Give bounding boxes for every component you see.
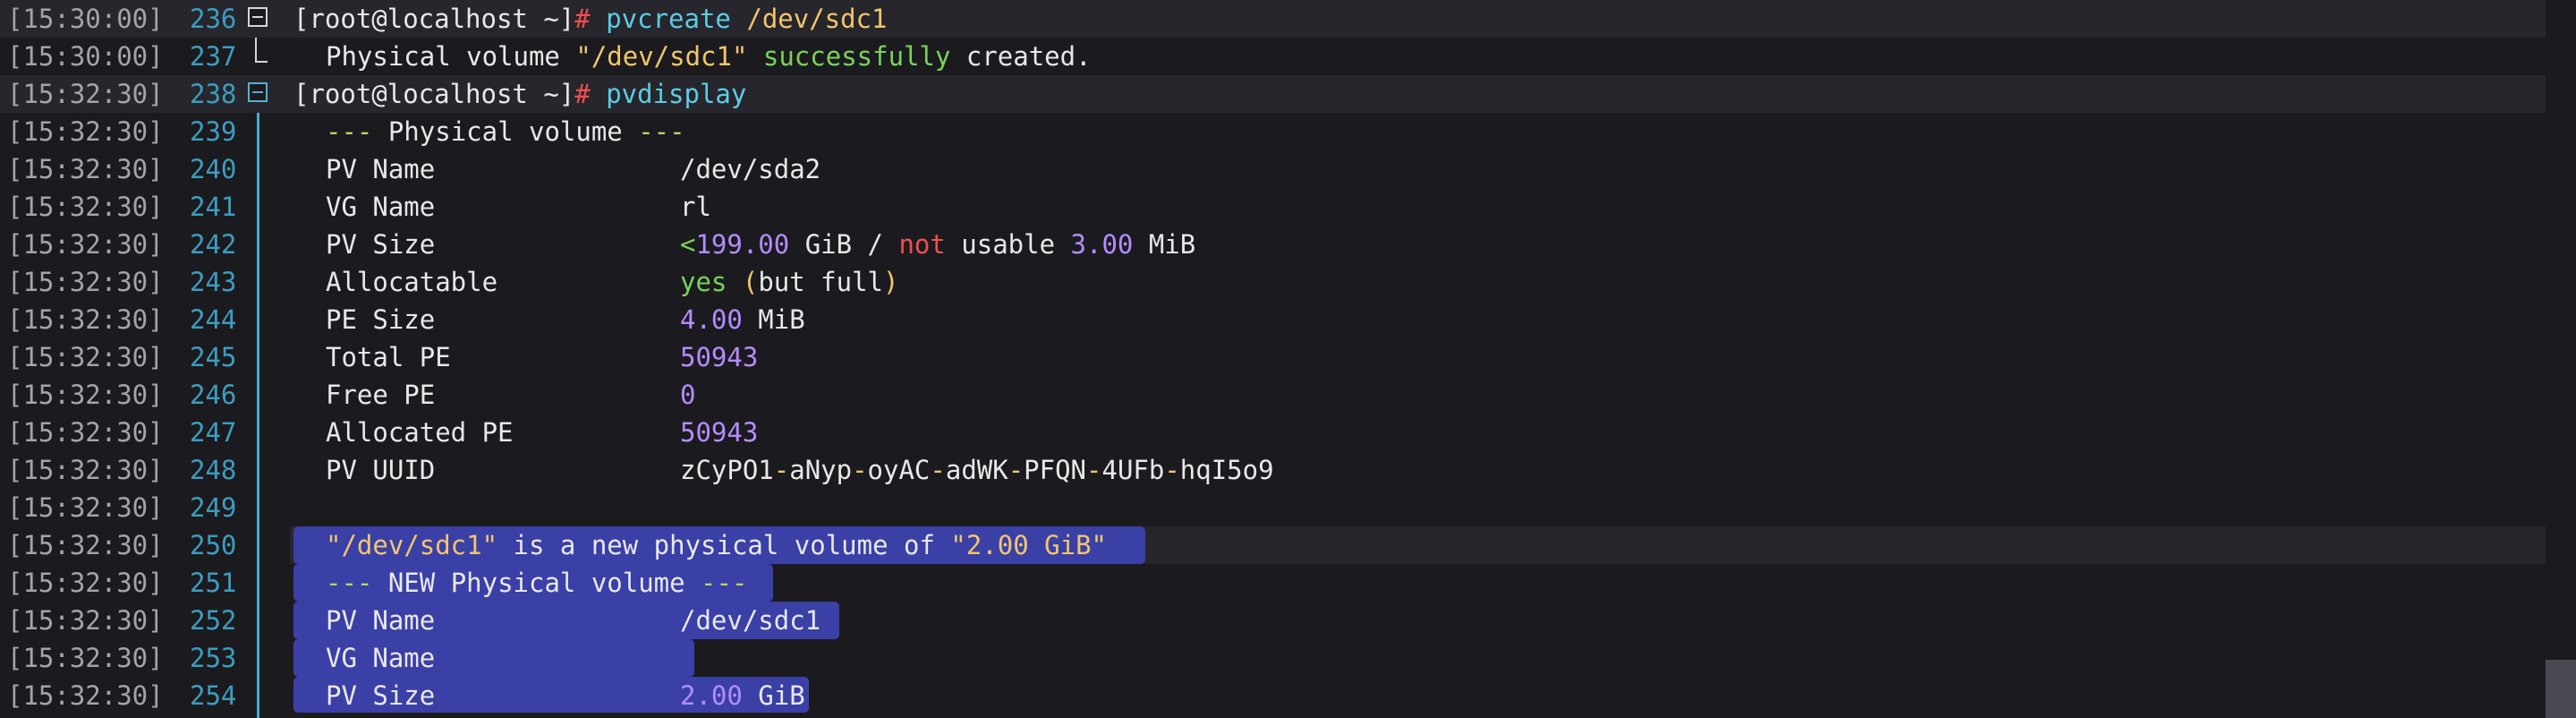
vertical-scrollbar-thumb[interactable] [2546, 660, 2576, 718]
line-number: 246 [190, 380, 237, 410]
terminal-line: [15:32:30] 254 PV Size 2.00 GiB [0, 677, 2546, 714]
field-label: Free PE [326, 380, 436, 410]
terminal-line: [15:32:30] 252 PV Name /dev/sdc1 [0, 602, 2546, 639]
terminal-line: [15:32:30] 244 PE Size 4.00 MiB [0, 301, 2546, 338]
timestamp: [15:32:30] [7, 342, 164, 372]
field-value: /dev/sdc1 [680, 605, 821, 636]
terminal-line: [15:30:00] 237 Physical volume "/dev/sdc… [0, 38, 2546, 75]
terminal-line: [15:32:30] 240 PV Name /dev/sda2 [0, 150, 2546, 188]
timestamp: [15:32:30] [7, 380, 164, 410]
field-value: 2.00 GiB [680, 680, 805, 711]
field-label: PV Name [326, 605, 436, 636]
timestamp: [15:30:00] [7, 4, 164, 34]
terminal-line: [15:32:30] 247 Allocated PE 50943 [0, 414, 2546, 451]
field-value: 50943 [680, 342, 759, 372]
timestamp: [15:30:00] [7, 41, 164, 72]
line-number: 243 [190, 267, 237, 297]
fold-toggle-icon[interactable] [248, 82, 268, 102]
line-number: 248 [190, 455, 237, 485]
line-number: 239 [190, 116, 237, 147]
terminal-line: [15:32:30] 249 [0, 489, 2546, 526]
timestamp: [15:32:30] [7, 116, 164, 147]
field-value: <199.00 GiB / not usable 3.00 MiB [680, 229, 1196, 260]
field-value: rl [680, 192, 711, 222]
field-label: PV UUID [326, 455, 436, 485]
terminal-line: [15:32:30] 246 Free PE 0 [0, 376, 2546, 414]
command-line: [root@localhost ~]# pvcreate /dev/sdc1 [293, 0, 888, 38]
line-number: 247 [190, 417, 237, 448]
terminal-line: [15:32:30] 250 "/dev/sdc1" is a new phys… [0, 526, 2546, 564]
line-number: 242 [190, 229, 237, 260]
line-number: 241 [190, 192, 237, 222]
terminal-line: [15:32:30] 253 VG Name [0, 639, 2546, 677]
terminal-line: [15:30:00] 236 [root@localhost ~]# pvcre… [0, 0, 2546, 38]
timestamp: [15:32:30] [7, 417, 164, 448]
terminal-line: [15:32:30] 238 [root@localhost ~]# pvdis… [0, 75, 2546, 113]
command-line: [root@localhost ~]# pvdisplay [293, 75, 746, 113]
timestamp: [15:32:30] [7, 229, 164, 260]
field-value: 50943 [680, 417, 759, 448]
field-label: VG Name [326, 643, 436, 673]
field-label: PV Size [326, 680, 436, 711]
line-number: 245 [190, 342, 237, 372]
field-value: yes (but full) [680, 267, 899, 297]
section-header: --- NEW Physical volume --- [326, 568, 748, 598]
line-number: 254 [190, 680, 237, 711]
prompt-hash: # [574, 4, 591, 34]
timestamp: [15:32:30] [7, 304, 164, 335]
line-number: 251 [190, 568, 237, 598]
line-number: 236 [190, 4, 237, 34]
terminal-line: [15:32:30] 242 PV Size <199.00 GiB / not… [0, 226, 2546, 263]
line-number: 249 [190, 492, 237, 523]
field-label: Allocated PE [326, 417, 514, 448]
line-number: 238 [190, 79, 237, 109]
shell-prompt: [root@localhost ~] [293, 4, 575, 34]
output-text: "/dev/sdc1" is a new physical volume of … [326, 530, 1107, 560]
timestamp: [15:32:30] [7, 192, 164, 222]
terminal-line: [15:32:30] 245 Total PE 50943 [0, 338, 2546, 376]
timestamp: [15:32:30] [7, 643, 164, 673]
timestamp: [15:32:30] [7, 79, 164, 109]
timestamp: [15:32:30] [7, 154, 164, 184]
line-number: 252 [190, 605, 237, 636]
timestamp: [15:32:30] [7, 530, 164, 560]
field-label: PV Size [326, 229, 436, 260]
command-name: pvdisplay [606, 79, 747, 109]
timestamp: [15:32:30] [7, 455, 164, 485]
line-number: 244 [190, 304, 237, 335]
line-number: 250 [190, 530, 237, 560]
shell-prompt: [root@localhost ~] [293, 79, 575, 109]
fold-toggle-icon[interactable] [248, 7, 268, 27]
line-number: 237 [190, 41, 237, 72]
field-value: 0 [680, 380, 696, 410]
field-label: VG Name [326, 192, 436, 222]
field-label: Allocatable [326, 267, 498, 297]
command-argument: /dev/sdc1 [746, 4, 888, 34]
timestamp: [15:32:30] [7, 568, 164, 598]
field-value: /dev/sda2 [680, 154, 821, 184]
terminal-line: [15:32:30] 251 --- NEW Physical volume -… [0, 564, 2546, 602]
terminal-line: [15:32:30] 239 --- Physical volume --- [0, 113, 2546, 150]
timestamp: [15:32:30] [7, 680, 164, 711]
line-number: 253 [190, 643, 237, 673]
section-header: --- Physical volume --- [326, 116, 685, 147]
output-text: Physical volume "/dev/sdc1" successfully… [326, 41, 1092, 72]
field-label: Total PE [326, 342, 451, 372]
line-number: 240 [190, 154, 237, 184]
terminal-line: [15:32:30] 241 VG Name rl [0, 188, 2546, 226]
prompt-hash: # [574, 79, 591, 109]
field-value: zCyPO1-aNyp-oyAC-adWK-PFQN-4UFb-hqI5o9 [680, 455, 1274, 485]
timestamp: [15:32:30] [7, 267, 164, 297]
terminal-line: [15:32:30] 248 PV UUID zCyPO1-aNyp-oyAC-… [0, 451, 2546, 489]
fold-end-icon [255, 38, 268, 63]
command-name: pvcreate [606, 4, 731, 34]
terminal-window[interactable]: [15:30:00] 236 [root@localhost ~]# pvcre… [0, 0, 2576, 718]
terminal-line: [15:32:30] 243 Allocatable yes (but full… [0, 263, 2546, 301]
field-value: 4.00 MiB [680, 304, 805, 335]
field-label: PV Name [326, 154, 436, 184]
field-label: PE Size [326, 304, 436, 335]
timestamp: [15:32:30] [7, 492, 164, 523]
timestamp: [15:32:30] [7, 605, 164, 636]
